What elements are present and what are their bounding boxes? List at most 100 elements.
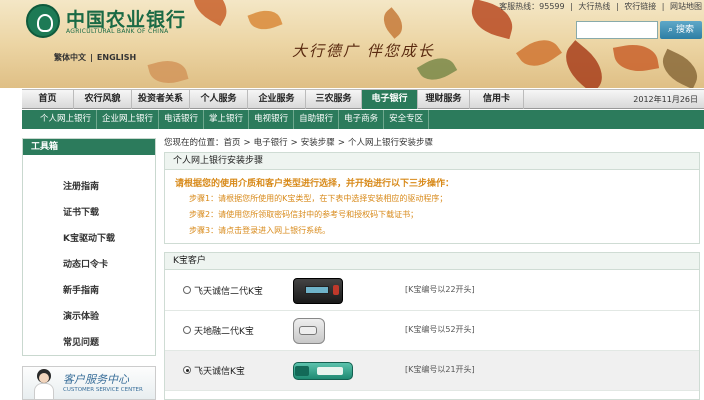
- breadcrumb-home[interactable]: 首页: [224, 138, 241, 148]
- leaf-decoration: [515, 31, 563, 75]
- kbao-option-row[interactable]: 天地融二代K宝 [K宝编号以52开头]: [165, 311, 699, 351]
- main-nav: 首页 农行风貌 投资者关系 个人服务 企业服务 三农服务 电子银行 理财服务 信…: [22, 89, 704, 109]
- lang-separator: |: [90, 53, 93, 62]
- bank-logo[interactable]: 中国农业银行 AGRICULTURAL BANK OF CHINA: [26, 4, 276, 38]
- tool-otp-card[interactable]: 动态口令卡: [63, 257, 108, 270]
- subnav-item-security[interactable]: 安全专区: [384, 110, 430, 129]
- nav-item-ebanking[interactable]: 电子银行: [362, 90, 418, 109]
- kbao-device-image: [293, 358, 353, 384]
- breadcrumb-install[interactable]: 安装步骤: [301, 138, 335, 148]
- tool-beginner-guide[interactable]: 新手指南: [63, 283, 99, 296]
- nav-item-credit-card[interactable]: 信用卡: [470, 90, 524, 109]
- kbao-option-desc: [K宝编号以52开头]: [405, 325, 475, 334]
- top-link-separator: |: [570, 2, 573, 11]
- header-banner: 中国农业银行 AGRICULTURAL BANK OF CHINA 繁体中文 | E…: [0, 0, 704, 88]
- tool-cert-download[interactable]: 证书下载: [63, 205, 99, 218]
- kbao-radio[interactable]: [183, 366, 191, 374]
- kbao-radio[interactable]: [183, 286, 191, 294]
- customer-service-banner[interactable]: 客户服务中心 CUSTOMER SERVICE CENTER: [22, 366, 156, 400]
- leaf-decoration: [377, 7, 409, 39]
- subnav-item-ecommerce[interactable]: 电子商务: [339, 110, 385, 129]
- device-screen: [299, 326, 317, 335]
- search-bar: ⌕ 搜索: [576, 21, 702, 39]
- device-screen: [305, 286, 329, 294]
- leaf-decoration: [612, 40, 660, 76]
- lang-english-link[interactable]: ENGLISH: [97, 53, 136, 62]
- subnav-item-phone-bank[interactable]: 电话银行: [159, 110, 205, 129]
- breadcrumb-separator: >: [337, 138, 345, 148]
- device-accent: [333, 285, 339, 295]
- kbao-option-desc: [K宝编号以22开头]: [405, 285, 475, 294]
- kbao-panel-title: K宝客户: [165, 253, 699, 270]
- toolbox-panel: 工具箱 注册指南 证书下载 K宝驱动下载 动态口令卡 新手指南 演示体验 常见问…: [22, 138, 156, 356]
- agent-face: [39, 373, 49, 383]
- search-button-label: 搜索: [675, 25, 694, 35]
- kbao-option-row[interactable]: 飞天诚信K宝 [K宝编号以21开头]: [165, 351, 699, 391]
- nav-item-investor[interactable]: 投资者关系: [132, 90, 190, 109]
- search-icon: ⌕: [668, 25, 674, 35]
- abc-logo-icon: [26, 4, 60, 38]
- service-title-en: CUSTOMER SERVICE CENTER: [63, 387, 143, 393]
- current-date: 2012年11月26日: [633, 95, 698, 104]
- leaf-decoration: [656, 48, 704, 88]
- kbao-option-row[interactable]: 飞天诚信二代K宝 [K宝编号以22开头]: [165, 271, 699, 311]
- kbao-option-desc: [K宝编号以21开头]: [405, 365, 475, 374]
- language-switch: 繁体中文 | ENGLISH: [54, 52, 140, 63]
- subnav-item-self-service[interactable]: 自助银行: [294, 110, 340, 129]
- top-link-sitemap[interactable]: 网站地图: [670, 2, 702, 11]
- hotline-text: 客服热线：95599: [499, 2, 565, 11]
- kbao-device-image: [293, 278, 343, 304]
- sub-nav: 个人网上银行 企业网上银行 电话银行 掌上银行 电视银行 自助银行 电子商务 安…: [22, 110, 704, 129]
- nav-item-about[interactable]: 农行风貌: [74, 90, 132, 109]
- service-title-cn: 客户服务中心: [63, 373, 129, 386]
- nav-item-corporate[interactable]: 企业服务: [248, 90, 306, 109]
- install-step-1: 步骤1：请根据您所使用的K宝类型，在下表中选择安装相应的驱动程序；: [189, 194, 448, 203]
- device-cap: [295, 366, 309, 376]
- leaf-decoration: [147, 55, 189, 88]
- top-link-separator: |: [615, 2, 619, 11]
- bank-name-en: AGRICULTURAL BANK OF CHINA: [66, 28, 169, 35]
- device-label: [317, 367, 343, 375]
- breadcrumb-ebanking[interactable]: 电子银行: [254, 138, 288, 148]
- breadcrumb-separator: >: [290, 138, 298, 148]
- nav-item-home[interactable]: 首页: [22, 90, 74, 109]
- tool-kbao-driver[interactable]: K宝驱动下载: [63, 231, 115, 244]
- subnav-item-mobile-bank[interactable]: 掌上银行: [204, 110, 250, 129]
- nav-item-personal[interactable]: 个人服务: [190, 90, 248, 109]
- breadcrumb-current: 个人网上银行安装步骤: [347, 138, 433, 148]
- subnav-item-corporate-ebank[interactable]: 企业网上银行: [97, 110, 160, 129]
- install-steps-title: 个人网上银行安装步骤: [165, 153, 699, 170]
- breadcrumb-prefix: 您现在的位置：: [164, 138, 224, 148]
- service-agent-image: [33, 369, 55, 399]
- install-steps-panel: 个人网上银行安装步骤 请根据您的使用介质和客户类型进行选择，并开始进行以下三步操…: [164, 152, 700, 244]
- kbao-device-image: [293, 318, 325, 344]
- install-step-2: 步骤2：请使用您所领取密码信封中的参考号和授权码下载证书；: [189, 210, 419, 219]
- kbao-option-label: 天地融二代K宝: [194, 327, 254, 337]
- kbao-option-label: 飞天诚信二代K宝: [194, 287, 263, 297]
- tool-demo[interactable]: 演示体验: [63, 309, 99, 322]
- breadcrumb-separator: >: [243, 138, 251, 148]
- top-links: 客服热线：95599 | 大行热线 | 农行链接 | 网站地图: [496, 1, 702, 12]
- top-link-separator: |: [661, 2, 665, 11]
- toolbox-title: 工具箱: [23, 139, 155, 155]
- subnav-item-tv-bank[interactable]: 电视银行: [249, 110, 295, 129]
- search-button[interactable]: ⌕ 搜索: [660, 21, 702, 39]
- lang-traditional-link[interactable]: 繁体中文: [54, 53, 86, 62]
- agent-body: [34, 383, 54, 399]
- search-input[interactable]: [576, 21, 658, 39]
- leaf-decoration: [555, 40, 613, 88]
- top-link-hotline[interactable]: 大行热线: [578, 2, 610, 11]
- kbao-customer-panel: K宝客户 飞天诚信二代K宝 [K宝编号以22开头] 天地融二代K宝 [K宝编号以…: [164, 252, 700, 400]
- subnav-item-personal-ebank[interactable]: 个人网上银行: [22, 110, 98, 129]
- nav-item-rural[interactable]: 三农服务: [306, 90, 362, 109]
- install-step-3: 步骤3：请点击登录进入网上银行系统。: [189, 226, 331, 235]
- install-instruction: 请根据您的使用介质和客户类型进行选择，并开始进行以下三步操作：: [175, 179, 455, 189]
- tool-faq[interactable]: 常见问题: [63, 335, 99, 348]
- tool-register-guide[interactable]: 注册指南: [63, 179, 99, 192]
- slogan: 大行德广 伴您成长: [292, 42, 435, 60]
- kbao-radio[interactable]: [183, 326, 191, 334]
- top-link-links[interactable]: 农行链接: [624, 2, 656, 11]
- nav-item-wealth[interactable]: 理财服务: [418, 90, 470, 109]
- breadcrumb: 您现在的位置：首页 > 电子银行 > 安装步骤 > 个人网上银行安装步骤: [164, 136, 433, 148]
- kbao-option-label: 飞天诚信K宝: [194, 367, 245, 377]
